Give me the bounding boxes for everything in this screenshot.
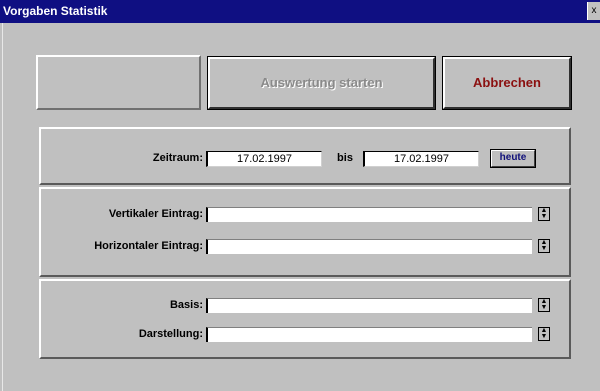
dropdown-arrow-icon[interactable]: ▲ ▼ — [538, 207, 550, 221]
start-evaluation-button[interactable]: Auswertung starten — [207, 56, 436, 110]
dropdown-arrow-icon[interactable]: ▲ ▼ — [538, 239, 550, 253]
cancel-button[interactable]: Abbrechen — [442, 56, 572, 110]
output-panel — [39, 279, 571, 359]
vertical-entry-label: Vertikaler Eintrag: — [108, 208, 203, 220]
close-icon[interactable]: x — [587, 2, 600, 20]
dialog-window: Vorgaben Statistik x Auswertung starten … — [0, 0, 600, 391]
basis-label: Basis: — [169, 299, 203, 311]
entries-panel — [39, 187, 571, 277]
horizontal-entry-select[interactable] — [206, 239, 532, 254]
dialog-client: Auswertung starten Abbrechen Zeitraum: 1… — [2, 23, 598, 391]
empty-panel — [36, 55, 201, 110]
title-bar: Vorgaben Statistik x — [0, 0, 600, 23]
period-from-field[interactable]: 17.02.1997 — [206, 151, 322, 167]
horizontal-entry-label: Horizontaler Eintrag: — [94, 240, 203, 252]
period-to-field[interactable]: 17.02.1997 — [363, 151, 479, 167]
today-button[interactable]: heute — [490, 149, 536, 168]
window-title: Vorgaben Statistik — [3, 4, 108, 18]
basis-select[interactable] — [206, 298, 532, 313]
dropdown-arrow-icon[interactable]: ▲ ▼ — [538, 327, 550, 341]
period-to-label: bis — [337, 152, 353, 164]
dropdown-arrow-icon[interactable]: ▲ ▼ — [538, 298, 550, 312]
period-label: Zeitraum: — [152, 152, 203, 164]
display-select[interactable] — [206, 327, 532, 342]
vertical-entry-select[interactable] — [206, 207, 532, 222]
display-label: Darstellung: — [138, 328, 203, 340]
